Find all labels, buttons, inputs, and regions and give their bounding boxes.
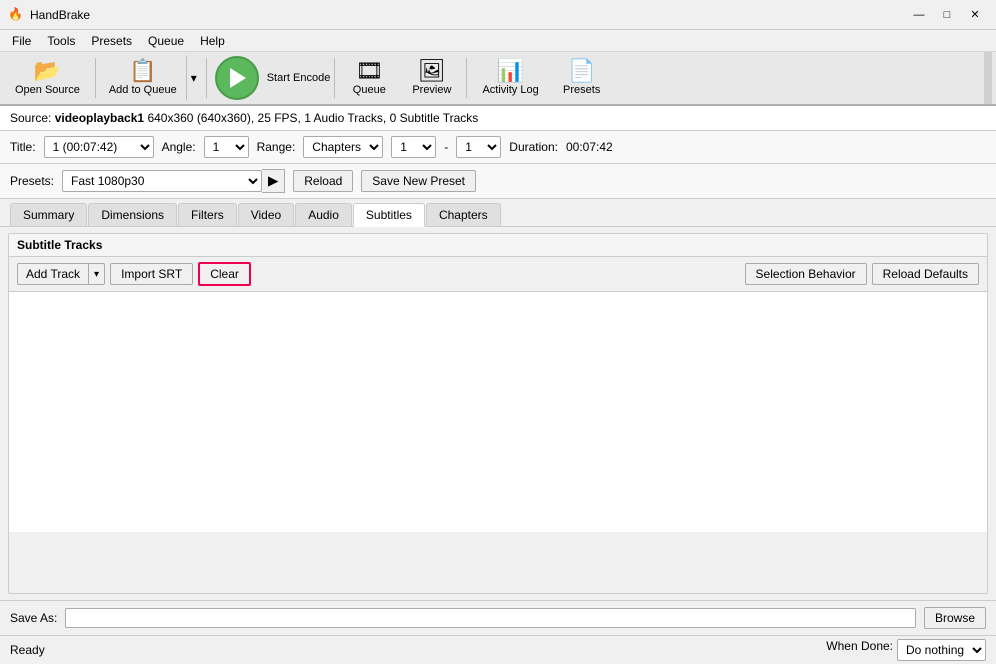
preset-select-wrap: Fast 1080p30 ▶ (62, 169, 285, 193)
app-icon: 🔥 (8, 7, 24, 23)
start-encode-label: Start Encode (267, 72, 331, 84)
app-title: HandBrake (30, 8, 90, 22)
tab-content-subtitles: Subtitle Tracks Add Track ▾ Import SRT C… (0, 227, 996, 600)
minimize-button[interactable]: — (906, 5, 932, 25)
menu-presets[interactable]: Presets (83, 32, 140, 50)
toolbar-divider-1 (95, 58, 96, 98)
menu-tools[interactable]: Tools (39, 32, 83, 50)
subtitle-tracks-section: Subtitle Tracks Add Track ▾ Import SRT C… (8, 233, 988, 594)
status-bar: Ready When Done: Do nothing (0, 635, 996, 664)
presets-label: Presets (563, 84, 600, 96)
preset-arrow-button[interactable]: ▶ (262, 169, 285, 193)
presets-icon: 📄 (568, 60, 595, 82)
tab-audio[interactable]: Audio (295, 203, 352, 226)
menu-file[interactable]: File (4, 32, 39, 50)
preview-button[interactable]: 🖼 Preview (401, 55, 462, 101)
range-to-select[interactable]: 1 (456, 136, 501, 158)
activity-log-button[interactable]: 📊 Activity Log (471, 55, 549, 101)
queue-icon: 🎞 (355, 60, 383, 82)
add-track-button-group: Add Track ▾ (17, 263, 105, 285)
source-filename: videoplayback1 (55, 111, 144, 125)
presets-button[interactable]: 📄 Presets (552, 55, 612, 101)
duration-value: 00:07:42 (566, 140, 613, 154)
save-as-bar: Save As: Browse (0, 600, 996, 635)
open-source-button[interactable]: 📂 Open Source (4, 55, 91, 101)
clear-button[interactable]: Clear (198, 262, 251, 286)
presets-row-label: Presets: (10, 174, 54, 188)
when-done-select[interactable]: Do nothing (897, 639, 986, 661)
title-select[interactable]: 1 (00:07:42) (44, 136, 154, 158)
duration-label: Duration: (509, 140, 558, 154)
subtitle-track-area (9, 292, 987, 532)
tab-filters[interactable]: Filters (178, 203, 237, 226)
when-done-label: When Done: (826, 639, 893, 661)
subtitle-tracks-header: Subtitle Tracks (9, 234, 987, 257)
selection-behavior-button[interactable]: Selection Behavior (745, 263, 867, 285)
add-to-queue-button-group: 📋 Add to Queue ▾ (100, 55, 202, 101)
close-button[interactable]: ✕ (962, 5, 988, 25)
subtitle-controls-left: Add Track ▾ Import SRT Clear (17, 262, 251, 286)
toolbar-divider-2 (206, 58, 207, 98)
source-bar: Source: videoplayback1 640x360 (640x360)… (0, 106, 996, 131)
tabs-bar: Summary Dimensions Filters Video Audio S… (0, 199, 996, 227)
source-info-text: 640x360 (640x360), 25 FPS, 1 Audio Track… (147, 111, 478, 125)
import-srt-button[interactable]: Import SRT (110, 263, 193, 285)
save-as-label: Save As: (10, 611, 57, 625)
title-bar: 🔥 HandBrake — □ ✕ (0, 0, 996, 30)
queue-button[interactable]: 🎞 Queue (339, 55, 399, 101)
range-label: Range: (257, 140, 296, 154)
maximize-button[interactable]: □ (934, 5, 960, 25)
presets-row: Presets: Fast 1080p30 ▶ Reload Save New … (0, 164, 996, 199)
save-new-preset-button[interactable]: Save New Preset (361, 170, 476, 192)
add-to-queue-button[interactable]: 📋 Add to Queue (100, 55, 186, 101)
add-track-button[interactable]: Add Track (17, 263, 88, 285)
subtitle-controls: Add Track ▾ Import SRT Clear Selection B… (9, 257, 987, 292)
menu-help[interactable]: Help (192, 32, 233, 50)
preview-icon: 🖼 (418, 60, 446, 82)
toolbar: 📂 Open Source 📋 Add to Queue ▾ Start Enc… (0, 52, 996, 106)
reload-button[interactable]: Reload (293, 170, 353, 192)
add-to-queue-dropdown-arrow[interactable]: ▾ (186, 55, 202, 101)
toolbar-scrollbar[interactable] (984, 52, 992, 104)
tab-summary[interactable]: Summary (10, 203, 87, 226)
tab-chapters[interactable]: Chapters (426, 203, 501, 226)
add-track-dropdown-arrow[interactable]: ▾ (88, 263, 105, 285)
tab-video[interactable]: Video (238, 203, 294, 226)
title-controls-row: Title: 1 (00:07:42) Angle: 1 Range: Chap… (0, 131, 996, 164)
title-label: Title: (10, 140, 36, 154)
angle-select[interactable]: 1 (204, 136, 249, 158)
status-right: When Done: Do nothing (826, 639, 986, 661)
queue-label: Queue (353, 84, 386, 96)
activity-log-icon: 📊 (497, 60, 524, 82)
menu-queue[interactable]: Queue (140, 32, 192, 50)
reload-defaults-button[interactable]: Reload Defaults (872, 263, 979, 285)
preset-select[interactable]: Fast 1080p30 (62, 170, 262, 192)
open-source-label: Open Source (15, 84, 80, 96)
toolbar-divider-4 (466, 58, 467, 98)
menu-bar: File Tools Presets Queue Help (0, 30, 996, 52)
start-encode-icon (230, 68, 246, 88)
preview-label: Preview (412, 84, 451, 96)
range-to-label: - (444, 140, 448, 154)
subtitle-controls-right: Selection Behavior Reload Defaults (745, 263, 979, 285)
add-to-queue-icon: 📋 (129, 60, 156, 82)
range-from-select[interactable]: 1 (391, 136, 436, 158)
source-label: Source: (10, 111, 51, 125)
status-text: Ready (10, 643, 45, 657)
toolbar-divider-3 (334, 58, 335, 98)
save-as-input[interactable] (65, 608, 916, 628)
add-to-queue-label: Add to Queue (109, 84, 177, 96)
start-encode-button[interactable] (215, 56, 259, 100)
activity-log-label: Activity Log (482, 84, 538, 96)
tab-dimensions[interactable]: Dimensions (88, 203, 177, 226)
angle-label: Angle: (162, 140, 196, 154)
tab-subtitles[interactable]: Subtitles (353, 203, 425, 227)
range-type-select[interactable]: Chapters (303, 136, 383, 158)
browse-button[interactable]: Browse (924, 607, 986, 629)
open-source-icon: 📂 (34, 60, 61, 82)
